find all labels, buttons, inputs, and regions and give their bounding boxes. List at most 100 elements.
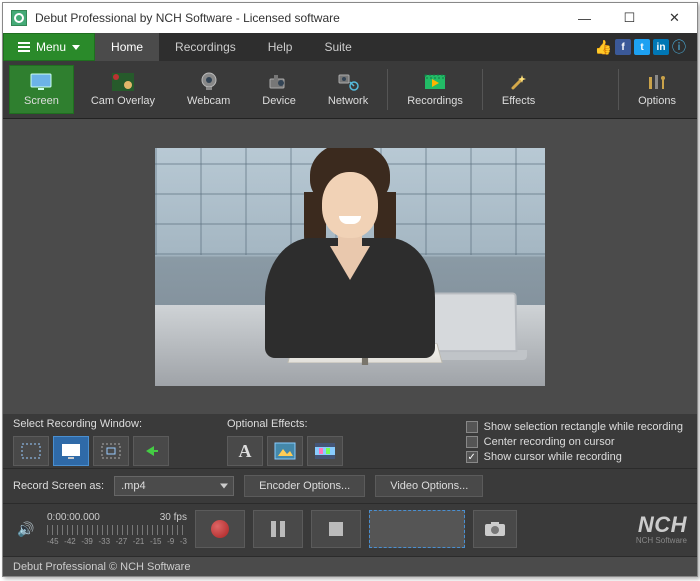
encoder-options-button[interactable]: Encoder Options...	[244, 475, 365, 497]
pause-button[interactable]	[253, 510, 303, 548]
branding: NCH NCH Software	[636, 514, 687, 545]
window-mode-selection[interactable]	[93, 436, 129, 466]
video-options-button[interactable]: Video Options...	[375, 475, 483, 497]
preview-image	[155, 148, 545, 386]
meter-tick-labels: -45-42-39-33-27-21-15-9-3	[47, 537, 187, 546]
check-selection-rect[interactable]: Show selection rectangle while recording	[466, 421, 683, 433]
window-mode-fullscreen[interactable]	[13, 436, 49, 466]
window-mode-screen[interactable]	[53, 436, 89, 466]
status-text: Debut Professional © NCH Software	[13, 561, 190, 573]
toolbar-webcam-label: Webcam	[187, 95, 230, 107]
facebook-icon[interactable]: f	[615, 39, 631, 55]
close-button[interactable]: ✕	[652, 3, 697, 33]
fps-label: 30 fps	[160, 512, 187, 523]
toolbar-cam-overlay[interactable]: Cam Overlay	[76, 65, 170, 114]
tab-recordings[interactable]: Recordings	[159, 33, 252, 61]
toolbar-screen-label: Screen	[24, 95, 59, 107]
menu-button[interactable]: Menu	[3, 33, 95, 61]
minimize-button[interactable]: —	[562, 3, 607, 33]
toolbar-options[interactable]: Options	[623, 65, 691, 114]
stop-button[interactable]	[311, 510, 361, 548]
tab-home[interactable]: Home	[95, 33, 159, 61]
controls-row-2: Record Screen as: .mp4 Encoder Options..…	[3, 468, 697, 503]
record-icon	[211, 520, 229, 538]
meter-ticks	[47, 525, 187, 535]
controls-row-1: Select Recording Window:	[3, 414, 697, 468]
effect-filters[interactable]	[307, 436, 343, 466]
checkbox-icon	[466, 436, 478, 448]
record-as-label: Record Screen as:	[13, 480, 104, 492]
audio-meter: 0:00:00.000 30 fps -45-42-39-33-27-21-15…	[47, 512, 187, 546]
network-icon	[336, 72, 360, 92]
snapshot-thumbnail[interactable]	[369, 510, 465, 548]
window-title: Debut Professional by NCH Software - Lic…	[35, 11, 562, 25]
recordings-icon	[423, 72, 447, 92]
window-mode-back[interactable]	[133, 436, 169, 466]
burger-icon	[18, 42, 30, 52]
twitter-icon[interactable]: t	[634, 39, 650, 55]
nch-sub: NCH Software	[636, 536, 687, 545]
menubar: Menu Home Recordings Help Suite 👍 f t in…	[3, 33, 697, 61]
tab-suite[interactable]: Suite	[308, 33, 367, 61]
toolbar-device[interactable]: Device	[247, 65, 311, 114]
app-icon	[11, 10, 27, 26]
check-center-cursor[interactable]: Center recording on cursor	[466, 436, 683, 448]
toolbar-options-label: Options	[638, 95, 676, 107]
cam-overlay-icon	[111, 72, 135, 92]
recording-checks: Show selection rectangle while recording…	[466, 421, 687, 463]
tab-help[interactable]: Help	[252, 33, 309, 61]
toolbar-effects[interactable]: Effects	[487, 65, 550, 114]
format-select[interactable]: .mp4	[114, 476, 234, 496]
status-bar: Debut Professional © NCH Software	[3, 556, 697, 576]
toolbar-screen[interactable]: Screen	[9, 65, 74, 114]
effects-icon	[507, 72, 531, 92]
titlebar: Debut Professional by NCH Software - Lic…	[3, 3, 697, 33]
toolbar-network[interactable]: Network	[313, 65, 383, 114]
checkbox-checked-icon	[466, 451, 478, 463]
check-show-cursor-label: Show cursor while recording	[484, 451, 622, 463]
toolbar-cam-overlay-label: Cam Overlay	[91, 95, 155, 107]
options-icon	[645, 72, 669, 92]
toolbar-webcam[interactable]: Webcam	[172, 65, 245, 114]
toolbar: Screen Cam Overlay Webcam Device Network	[3, 61, 697, 119]
check-show-cursor[interactable]: Show cursor while recording	[466, 451, 683, 463]
check-selection-rect-label: Show selection rectangle while recording	[484, 421, 683, 433]
record-button[interactable]	[195, 510, 245, 548]
like-icon[interactable]: 👍	[595, 39, 612, 56]
check-center-cursor-label: Center recording on cursor	[484, 436, 615, 448]
toolbar-network-label: Network	[328, 95, 368, 107]
optional-effects-label: Optional Effects:	[227, 418, 343, 430]
toolbar-separator	[387, 69, 388, 110]
maximize-button[interactable]: ☐	[607, 3, 652, 33]
toolbar-device-label: Device	[262, 95, 296, 107]
help-icon[interactable]: ⓘ	[672, 37, 686, 57]
camera-icon	[484, 521, 506, 537]
optional-effects-panel: Optional Effects: A	[227, 418, 343, 466]
toolbar-separator-3	[618, 69, 619, 110]
nch-logo: NCH	[638, 514, 687, 536]
menu-button-label: Menu	[36, 40, 66, 54]
transport-bar: 🔊 0:00:00.000 30 fps -45-42-39-33-27-21-…	[3, 503, 697, 556]
toolbar-separator-2	[482, 69, 483, 110]
timecode: 0:00:00.000	[47, 512, 100, 523]
stop-icon	[329, 522, 343, 536]
toolbar-recordings-label: Recordings	[407, 95, 463, 107]
checkbox-icon	[466, 421, 478, 433]
linkedin-icon[interactable]: in	[653, 39, 669, 55]
caret-down-icon	[72, 45, 80, 50]
toolbar-recordings[interactable]: Recordings	[392, 65, 478, 114]
effect-text[interactable]: A	[227, 436, 263, 466]
pause-icon	[271, 521, 285, 537]
webcam-icon	[197, 72, 221, 92]
social-bar: 👍 f t in ⓘ	[595, 33, 697, 61]
select-window-label: Select Recording Window:	[13, 418, 169, 430]
app-window: Debut Professional by NCH Software - Lic…	[2, 2, 698, 577]
screen-icon	[29, 72, 53, 92]
device-icon	[267, 72, 291, 92]
preview-area	[3, 119, 697, 414]
volume-icon[interactable]: 🔊	[13, 516, 39, 542]
effect-watermark[interactable]	[267, 436, 303, 466]
toolbar-effects-label: Effects	[502, 95, 535, 107]
format-value: .mp4	[121, 480, 145, 492]
snapshot-button[interactable]	[473, 510, 517, 548]
